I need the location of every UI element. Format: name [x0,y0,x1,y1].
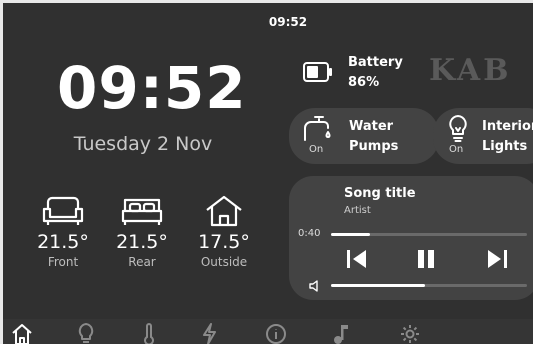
clock-time: 09:52 [57,54,247,122]
volume-slider[interactable] [331,284,527,287]
home-screen: 09:52 09:52 Tuesday 2 Nov 21.5° Front 21… [3,3,533,344]
lightbulb-icon[interactable] [77,323,95,344]
water-tap-icon [304,116,331,141]
temperature-outside-value: 17.5° [198,231,250,253]
interior-lights-label-line2: Lights [482,139,528,154]
water-pumps-state: On [309,144,324,155]
temperature-rear[interactable]: 21.5° Rear [107,195,177,269]
previous-track-button[interactable] [345,248,369,270]
temperature-front[interactable]: 21.5° Front [28,195,98,269]
battery-value: 86% [348,75,380,90]
song-title: Song title [344,186,416,201]
temperature-outside-label: Outside [200,255,248,269]
interior-lights-tile[interactable]: On Interior Lights [433,108,533,164]
bottom-navigation [3,319,533,344]
interior-lights-label-line1: Interior [482,119,533,134]
playback-progress-bar[interactable] [331,233,527,236]
brand-logo: KAB [429,53,512,88]
volume-icon [309,280,318,292]
music-note-icon[interactable] [333,323,349,344]
battery-icon [303,62,332,82]
song-artist: Artist [344,205,371,216]
interior-lights-state: On [449,144,464,155]
temperature-rear-label: Rear [128,255,156,269]
volume-slider-fill [331,284,426,287]
water-pumps-tile[interactable]: On Water Pumps [289,108,439,164]
pause-button[interactable] [415,248,437,270]
settings-gear-icon[interactable] [399,323,421,344]
sofa-icon [42,196,84,225]
playback-progress-fill [331,233,371,236]
media-player: Song title Artist 0:40 [289,176,533,300]
water-pumps-label-line1: Water [349,119,394,134]
thermometer-icon[interactable] [142,323,156,344]
status-bar-time: 09:52 [268,15,308,29]
temperature-outside[interactable]: 17.5° Outside [189,195,259,269]
info-icon[interactable] [265,323,287,344]
battery-label: Battery [348,55,403,70]
bed-icon [121,198,163,225]
playback-position: 0:40 [298,228,321,239]
house-icon [206,195,242,227]
home-icon[interactable] [11,323,33,344]
temperature-rear-value: 21.5° [116,231,168,253]
temperature-front-label: Front [47,255,79,269]
water-pumps-label-line2: Pumps [349,139,399,154]
next-track-button[interactable] [485,248,509,270]
temperature-front-value: 21.5° [37,231,89,253]
lightbulb-icon [449,115,467,142]
clock-date: Tuesday 2 Nov [73,133,213,155]
power-icon[interactable] [201,323,217,344]
